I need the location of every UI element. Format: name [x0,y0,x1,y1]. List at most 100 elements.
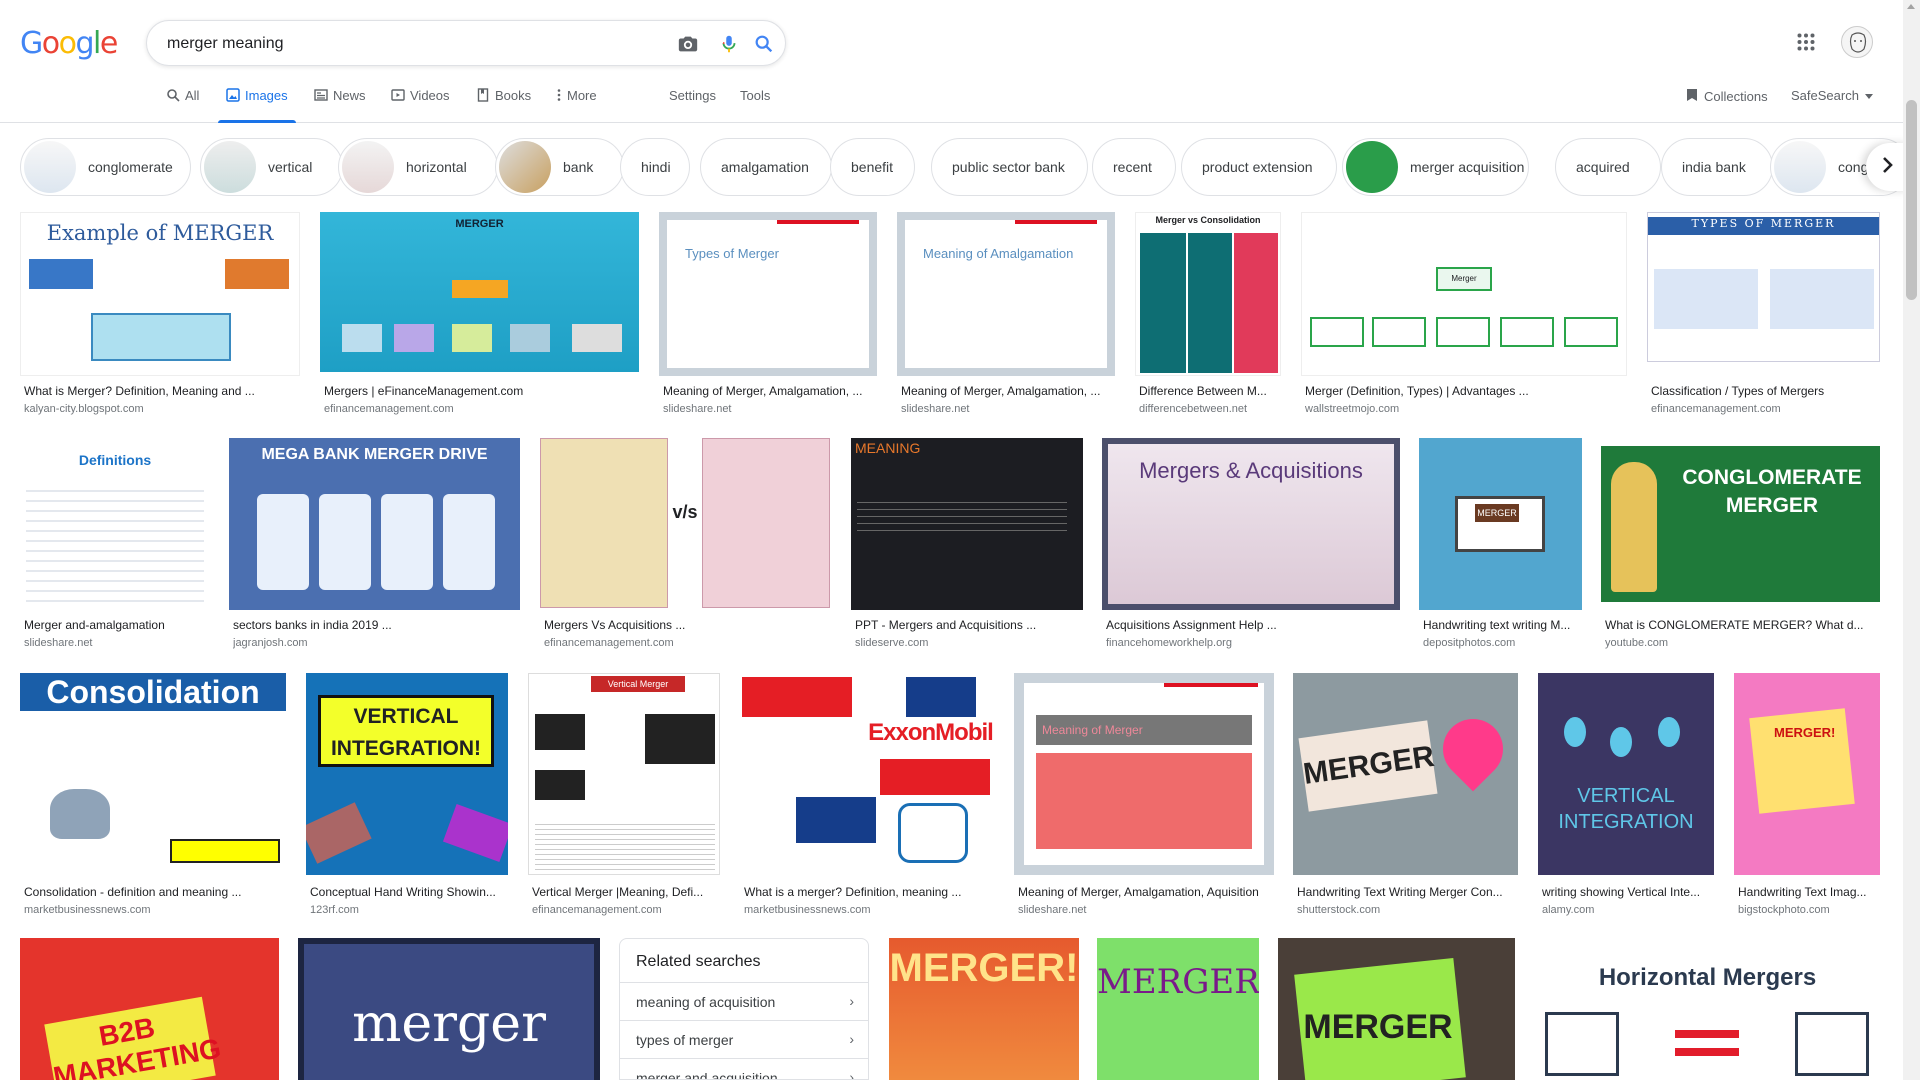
image-result[interactable]: v/s Mergers Vs Acquisitions ... efinance… [540,438,831,649]
search-box[interactable] [146,20,786,66]
chip-merger-acquisition[interactable]: merger acquisition [1342,138,1529,196]
related-search-item[interactable]: merger and acquisition › [620,1058,868,1080]
chip-conglomerate[interactable]: conglomerate [20,138,191,196]
scroll-up-icon[interactable] [1907,4,1915,9]
mic-icon[interactable] [718,33,740,55]
scrollbar[interactable] [1903,0,1920,1080]
image-result[interactable]: MEGA BANK MERGER DRIVE sectors banks in … [229,438,520,649]
result-thumbnail: Consolidation [20,673,286,875]
chip-recent[interactable]: recent [1092,138,1176,196]
tab-label: Images [245,88,288,103]
chip-bank[interactable]: bank [495,138,624,196]
apps-icon[interactable] [1797,33,1815,51]
chip-product-extension[interactable]: product extension [1181,138,1337,196]
camera-icon[interactable] [677,33,699,55]
chip-vertical[interactable]: vertical [200,138,343,196]
video-icon [391,88,405,102]
chip-benefit[interactable]: benefit [830,138,915,196]
result-thumbnail: MEANING [851,438,1083,610]
image-result[interactable]: MERGER Handwriting text writing M... dep… [1419,438,1582,649]
image-result[interactable]: Consolidation Consolidation - definition… [20,673,286,919]
chip-thumbnail [204,141,256,193]
chevron-right-icon: › [849,1031,854,1047]
news-icon [314,88,328,102]
tab-news[interactable]: News [314,88,366,122]
image-result[interactable]: B2B MARKETING [20,938,279,1080]
tab-all[interactable]: All [166,88,199,122]
related-search-item[interactable]: meaning of acquisition › [620,982,868,1020]
result-thumbnail: MEGA BANK MERGER DRIVE [229,438,520,610]
image-result[interactable]: Merger Merger (Definition, Types) | Adva… [1301,212,1627,422]
search-icon[interactable] [753,33,775,55]
chip-thumbnail [24,141,76,193]
result-thumbnail: B2B MARKETING [20,938,279,1080]
chip-india-bank[interactable]: india bank [1661,138,1773,196]
image-result[interactable]: Meaning of Merger Meaning of Merger, Ama… [1014,673,1274,919]
result-thumbnail: merger [298,938,600,1080]
tab-label: Videos [410,88,450,103]
chevron-right-icon: › [849,1069,854,1080]
image-result[interactable]: Vertical Merger Vertical Merger |Meaning… [528,673,720,919]
image-result[interactable]: Definitions Merger and-amalgamation slid… [20,438,210,649]
tab-books[interactable]: Books [476,88,531,122]
result-thumbnail: CONGLOMERATE MERGER [1601,438,1880,610]
search-input[interactable] [167,33,647,55]
avatar[interactable] [1841,26,1873,58]
tab-images[interactable]: Images [218,88,296,123]
image-result[interactable]: MERGER! Handwriting Text Imag... bigstoc… [1734,673,1880,919]
tab-label: Books [495,88,532,103]
chip-acquired[interactable]: acquired [1555,138,1661,196]
scrollbar-thumb[interactable] [1906,100,1917,300]
image-result[interactable]: Horizontal Mergers [1535,938,1880,1080]
chip-public-sector-bank[interactable]: public sector bank [931,138,1088,196]
tab-videos[interactable]: Videos [391,88,450,122]
image-result[interactable]: MERGER Handwriting Text Writing Merger C… [1293,673,1518,919]
image-result[interactable]: Example of MERGER What is Merger? Defini… [20,212,300,422]
dropdown-icon [1864,88,1873,103]
result-thumbnail: VERTICAL INTEGRATION [1538,673,1714,875]
chip-horizontal[interactable]: horizontal [338,138,498,196]
image-result[interactable]: MERGER! [1097,938,1259,1080]
image-result[interactable]: TYPES OF MERGER Classification / Types o… [1647,212,1880,422]
image-result[interactable]: VERTICAL INTEGRATION! Conceptual Hand Wr… [306,673,508,919]
tab-label: News [333,88,366,103]
result-thumbnail: Definitions [20,438,210,610]
result-thumbnail: MERGER [320,212,639,372]
result-thumbnail: Meaning of Amalgamation [897,212,1115,376]
image-result[interactable]: Types of Merger Meaning of Merger, Amalg… [659,212,877,422]
result-thumbnail: TYPES OF MERGER [1647,212,1880,362]
safesearch-menu[interactable]: SafeSearch [1791,88,1873,103]
result-thumbnail: Types of Merger [659,212,877,376]
image-result[interactable]: MERGER Mergers | eFinanceManagement.com … [320,212,639,422]
chip-amalgamation[interactable]: amalgamation [700,138,832,196]
chip-thumbnail [342,141,394,193]
result-thumbnail: MERGER [1293,673,1518,875]
image-result[interactable]: ExxonMobil What is a merger? Definition,… [740,673,995,919]
image-result[interactable]: MEANING PPT - Mergers and Acquisitions .… [851,438,1083,649]
tools-link[interactable]: Tools [740,88,770,122]
tab-more[interactable]: More [556,88,597,122]
chip-thumbnail [1346,141,1398,193]
result-thumbnail: Example of MERGER [20,212,300,376]
result-thumbnail: MERGER! [1734,673,1880,875]
result-thumbnail: MERGER [1278,938,1515,1080]
image-icon [226,88,240,102]
image-result[interactable]: Mergers & Acquisitions Acquisitions Assi… [1102,438,1400,649]
search-icon [166,88,180,102]
collections-link[interactable]: Collections [1686,88,1768,105]
related-search-item[interactable]: types of merger › [620,1020,868,1058]
google-logo[interactable]: Google [20,26,118,61]
chip-hindi[interactable]: hindi [620,138,690,196]
image-result[interactable]: VERTICAL INTEGRATION writing showing Ver… [1538,673,1714,919]
more-vert-icon [556,88,562,102]
result-thumbnail: Merger [1301,212,1627,376]
result-thumbnail: VERTICAL INTEGRATION! [306,673,508,875]
result-thumbnail: v/s [540,438,831,610]
image-result[interactable]: MERGER! [889,938,1079,1080]
image-result[interactable]: Merger vs Consolidation Difference Betwe… [1135,212,1281,422]
image-result[interactable]: merger [298,938,600,1080]
image-result[interactable]: CONGLOMERATE MERGER What is CONGLOMERATE… [1601,438,1880,649]
settings-link[interactable]: Settings [669,88,716,122]
image-result[interactable]: MERGER [1278,938,1515,1080]
image-result[interactable]: Meaning of Amalgamation Meaning of Merge… [897,212,1115,422]
